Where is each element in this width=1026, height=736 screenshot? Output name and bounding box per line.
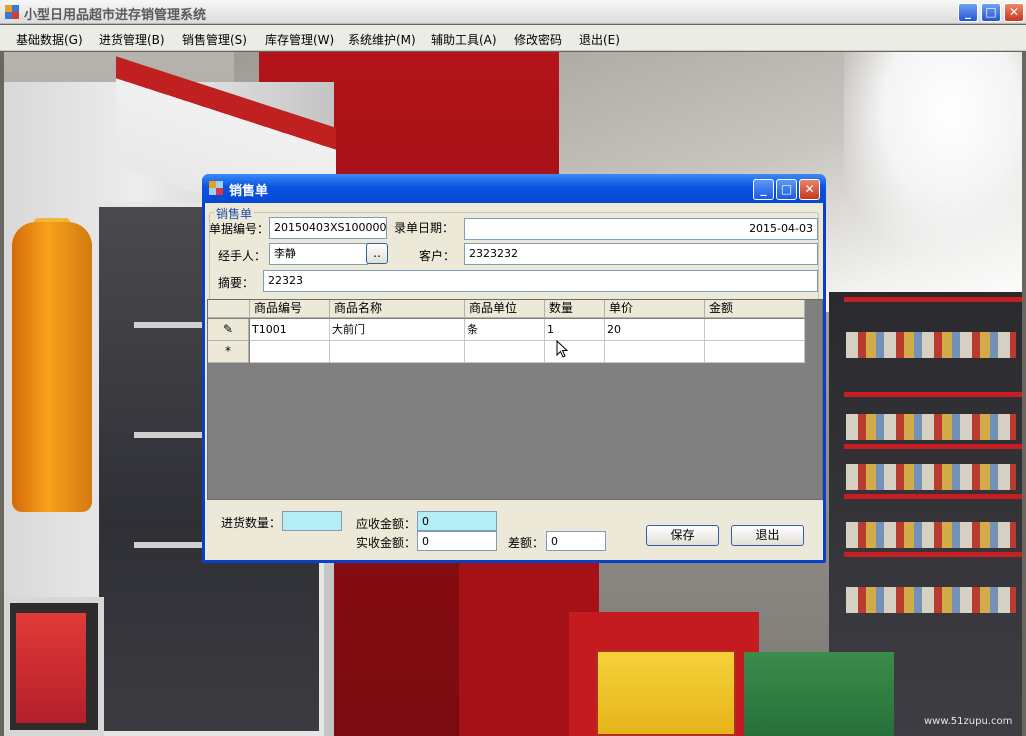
juice-bottle <box>12 222 92 512</box>
shelf-goods <box>846 332 1016 358</box>
close-button[interactable]: ✕ <box>1004 3 1024 22</box>
column-header-item-unit[interactable]: 商品单位 <box>465 300 545 318</box>
column-header-amount[interactable]: 金额 <box>705 300 805 318</box>
receivable-label: 应收金额： <box>356 517 417 531</box>
grid-cell[interactable] <box>465 341 545 363</box>
shelf-bar <box>844 444 1022 449</box>
grid-cell[interactable]: T1001 <box>250 319 330 341</box>
menu-tools[interactable]: 辅助工具(A) <box>431 31 497 48</box>
received-label: 实收金额： <box>356 536 417 550</box>
mouse-pointer-icon <box>556 340 568 358</box>
menu-bar: 基础数据(G) 进货管理(B) 销售管理(S) 库存管理(W) 系统维护(M) … <box>0 25 1026 51</box>
dialog-titlebar: 销售单 _ □ ✕ <box>202 174 826 203</box>
column-header-item-code[interactable]: 商品编号 <box>250 300 330 318</box>
shelf-bar <box>844 392 1022 397</box>
dialog-title: 销售单 <box>229 184 269 199</box>
purchase-qty-label: 进货数量： <box>221 516 282 530</box>
dialog-window-icon <box>209 181 223 195</box>
green-box <box>744 652 894 736</box>
row-edit-marker[interactable]: ✎ <box>208 319 249 341</box>
sales-order-dialog: 销售单 _ □ ✕ 销售单 单据编号： 20150403XS1000004 录单… <box>202 174 826 563</box>
shelf-goods <box>846 464 1016 490</box>
main-titlebar: 小型日用品超市进存销管理系统 _ □ ✕ <box>0 0 1026 24</box>
order-no-label: 单据编号： <box>209 222 270 236</box>
entry-date-label: 录单日期： <box>394 221 455 235</box>
dialog-close-button[interactable]: ✕ <box>799 179 820 200</box>
purchase-qty-field[interactable] <box>282 511 342 531</box>
maximize-button[interactable]: □ <box>981 3 1001 22</box>
receivable-field[interactable]: 0 <box>417 511 497 531</box>
app-title: 小型日用品超市进存销管理系统 <box>24 8 207 23</box>
received-field[interactable]: 0 <box>417 531 497 551</box>
difference-label: 差额： <box>508 536 545 550</box>
menu-inventory[interactable]: 库存管理(W) <box>265 31 334 48</box>
handler-label: 经手人： <box>218 249 267 263</box>
exit-button[interactable]: 退出 <box>731 525 804 546</box>
entry-date-field[interactable]: 2015-04-03 <box>464 218 818 240</box>
customer-label: 客户： <box>419 249 456 263</box>
shelf-goods <box>846 522 1016 548</box>
grid-cell[interactable] <box>605 341 705 363</box>
handler-field[interactable]: 李静 <box>269 243 368 265</box>
column-header-quantity[interactable]: 数量 <box>545 300 605 318</box>
row-new-marker[interactable]: * <box>208 341 249 363</box>
shelf-bar <box>844 552 1022 557</box>
grid-cell[interactable] <box>705 341 805 363</box>
shelf-bar <box>844 494 1022 499</box>
grid-cell[interactable]: 条 <box>465 319 545 341</box>
dialog-maximize-button[interactable]: □ <box>776 179 797 200</box>
yellow-box <box>596 650 736 736</box>
order-no-field[interactable]: 20150403XS1000004 <box>269 217 387 239</box>
grid-cell[interactable] <box>545 341 605 363</box>
grid-cell[interactable]: 大前门 <box>330 319 465 341</box>
shelf-goods <box>846 587 1016 613</box>
menu-sales[interactable]: 销售管理(S) <box>182 31 247 48</box>
minimize-button[interactable]: _ <box>958 3 978 22</box>
order-items-grid: 商品编号 商品名称 商品单位 数量 单价 金额 ✎ T1001 大前门 条 1 … <box>207 299 823 500</box>
ceiling-light <box>844 52 1022 252</box>
shelf-bar <box>844 297 1022 302</box>
menu-exit[interactable]: 退出(E) <box>579 31 620 48</box>
grid-cell[interactable] <box>705 319 805 341</box>
difference-field[interactable]: 0 <box>546 531 606 551</box>
save-button[interactable]: 保存 <box>646 525 719 546</box>
app-window-icon <box>5 5 19 19</box>
menu-change-password[interactable]: 修改密码 <box>514 31 562 48</box>
customer-field[interactable]: 2323232 <box>464 243 818 265</box>
grid-cell-quantity-editing[interactable]: 1 <box>545 319 605 341</box>
shelf-goods <box>846 414 1016 440</box>
summary-label: 摘要： <box>218 276 255 290</box>
tv-screen <box>16 613 86 723</box>
watermark: www.51zupu.com <box>924 716 1013 727</box>
column-header-item-name[interactable]: 商品名称 <box>330 300 465 318</box>
grid-corner-header <box>208 300 250 318</box>
column-header-unit-price[interactable]: 单价 <box>605 300 705 318</box>
menu-purchase[interactable]: 进货管理(B) <box>99 31 165 48</box>
dialog-body: 销售单 单据编号： 20150403XS1000004 录单日期： 2015-0… <box>205 203 823 560</box>
tv-monitor <box>4 597 104 736</box>
grid-cell[interactable] <box>250 341 330 363</box>
dialog-minimize-button[interactable]: _ <box>753 179 774 200</box>
summary-field[interactable]: 22323 <box>263 270 818 292</box>
menu-system[interactable]: 系统维护(M) <box>348 31 416 48</box>
menu-basic-data[interactable]: 基础数据(G) <box>16 31 83 48</box>
handler-browse-button[interactable]: .. <box>366 243 388 264</box>
grid-cell[interactable]: 20 <box>605 319 705 341</box>
grid-cell[interactable] <box>330 341 465 363</box>
